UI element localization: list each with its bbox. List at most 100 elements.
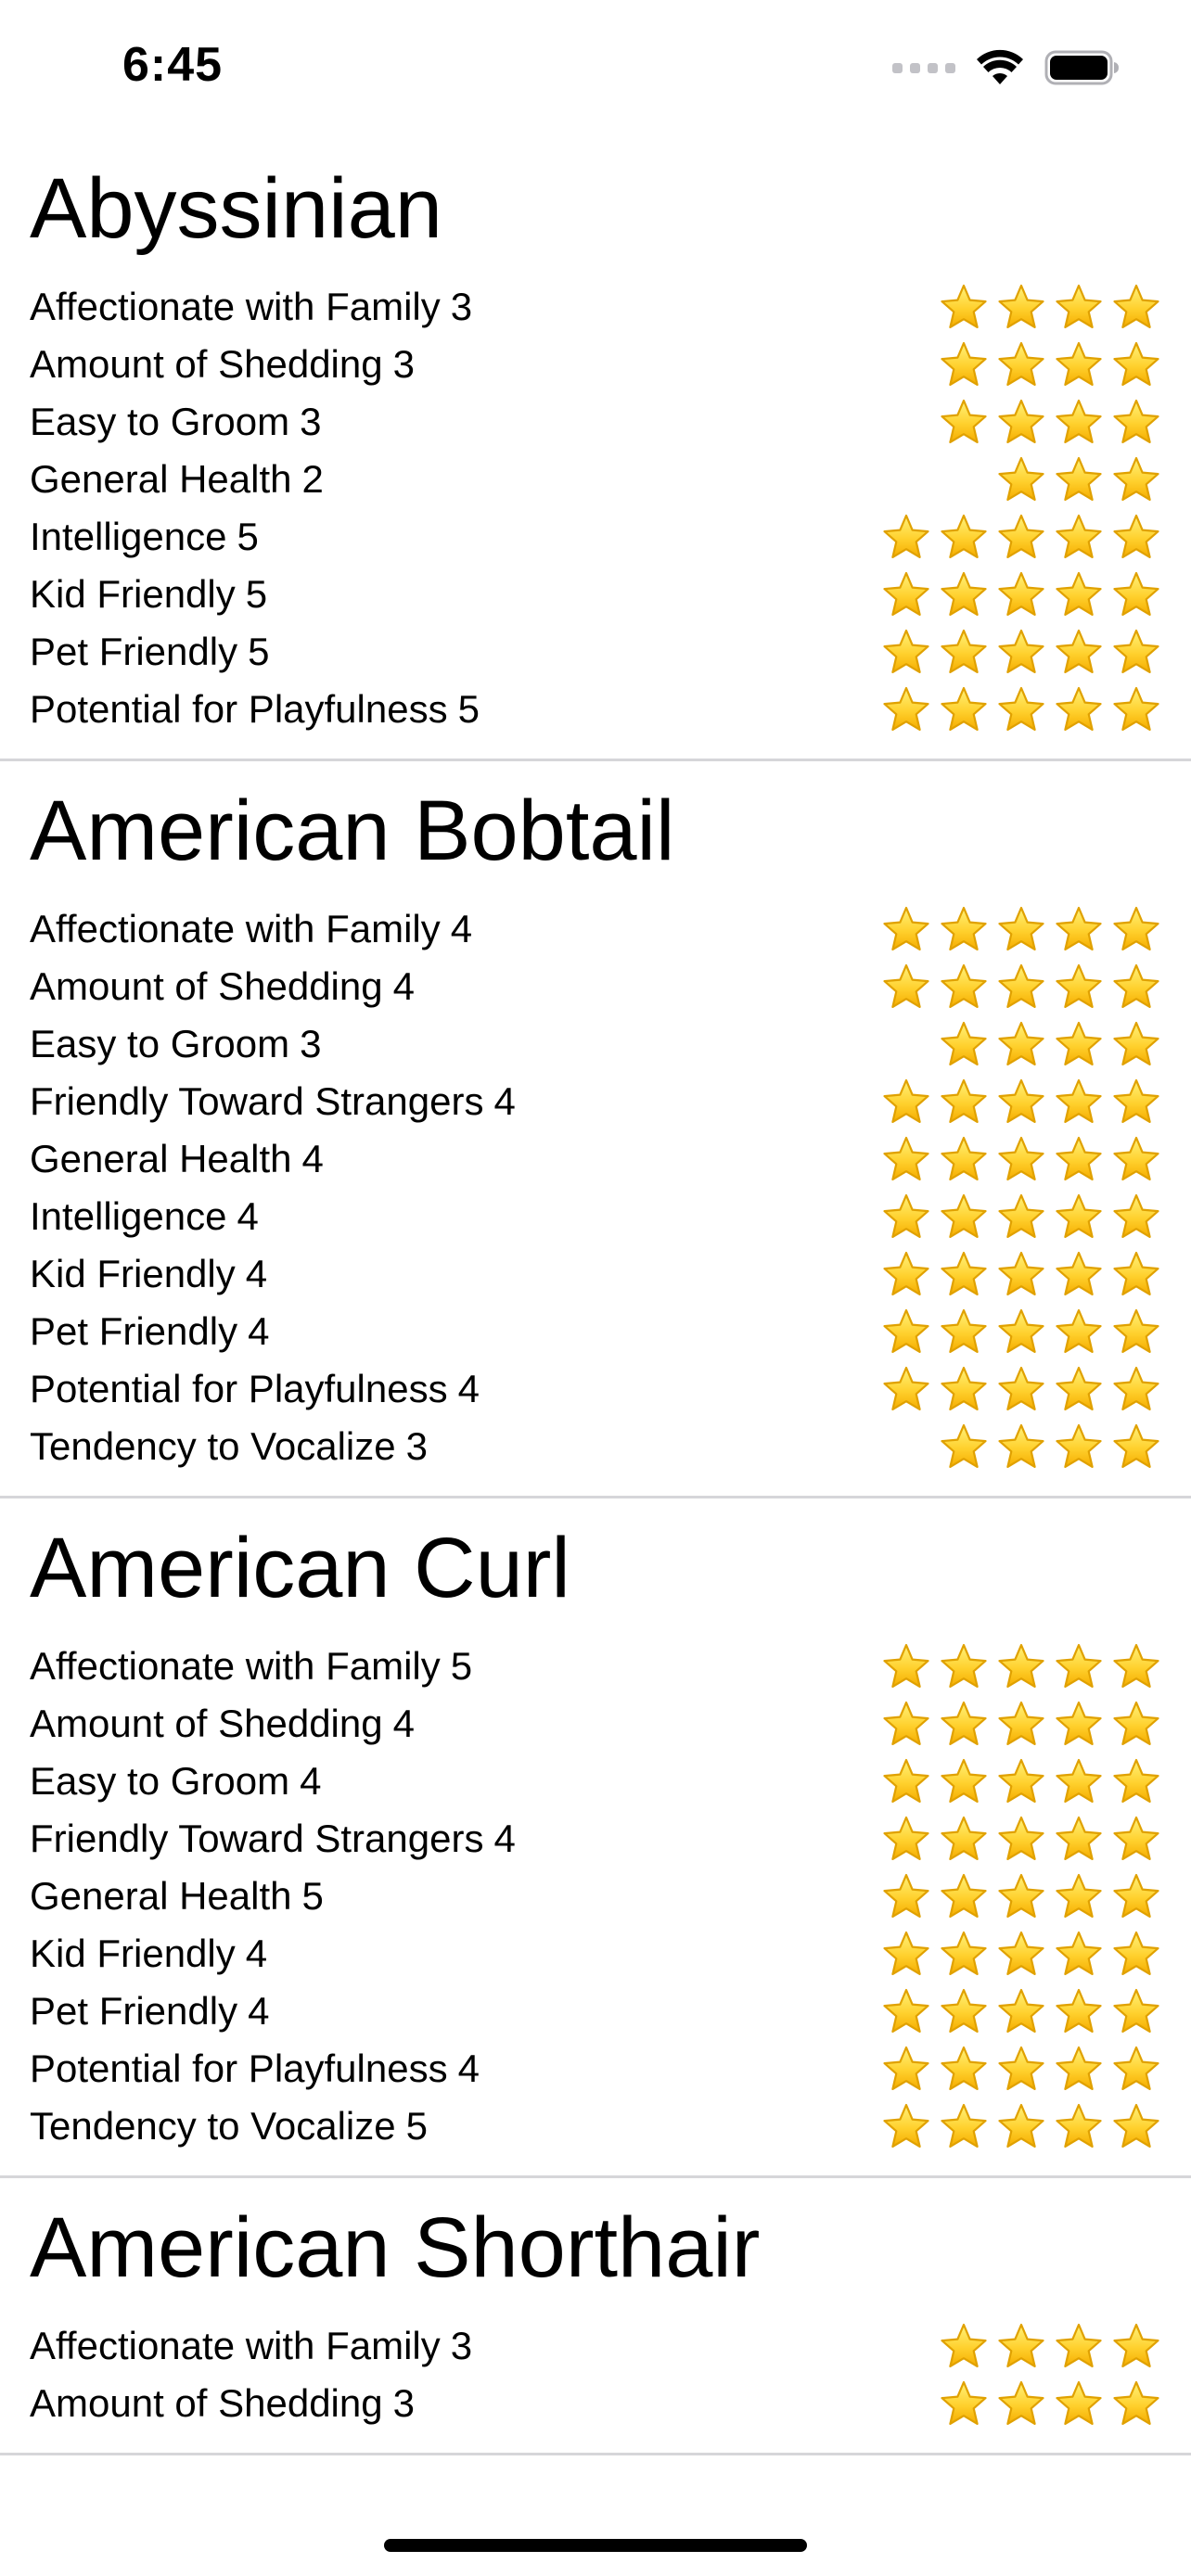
star-rating (881, 626, 1161, 678)
signal-icon (892, 62, 955, 73)
rating-text: Intelligence 5 (30, 515, 259, 559)
status-bar: 6:45 (0, 0, 1191, 139)
rating-text: Kid Friendly 5 (30, 572, 267, 617)
rating-row: Pet Friendly 5 (0, 623, 1191, 681)
rating-label: Easy to Groom (30, 1022, 290, 1065)
rating-text: Easy to Groom 3 (30, 400, 321, 444)
rating-value: 3 (405, 1424, 428, 1468)
rating-text: Pet Friendly 5 (30, 630, 269, 674)
rating-text: Affectionate with Family 5 (30, 1644, 472, 1689)
star-icon (941, 906, 987, 950)
rating-label: Affectionate with Family (30, 285, 441, 328)
star-icon (883, 1758, 929, 1803)
rating-label: Pet Friendly (30, 1309, 238, 1353)
breed-list[interactable]: Abyssinian Affectionate with Family 3 Amoun… (0, 139, 1191, 2476)
rating-value: 5 (450, 1644, 473, 1688)
star-icon (998, 2046, 1044, 2090)
rating-text: Amount of Shedding 3 (30, 2381, 415, 2426)
star-icon (883, 2046, 929, 2090)
star-icon (1113, 1988, 1159, 2033)
star-icon (941, 1021, 987, 1065)
rating-row: Potential for Playfulness 4 (0, 1360, 1191, 1418)
star-icon (941, 399, 987, 443)
star-icon (998, 2380, 1044, 2425)
star-icon (1113, 629, 1159, 673)
rating-text: Amount of Shedding 4 (30, 964, 415, 1009)
star-icon (998, 2103, 1044, 2148)
rating-value: 3 (392, 2381, 415, 2425)
star-icon (998, 341, 1044, 386)
star-icon (883, 1816, 929, 1860)
rating-row: Intelligence 4 (0, 1188, 1191, 1245)
star-rating (881, 1698, 1161, 1750)
rating-label: Potential for Playfulness (30, 2047, 448, 2090)
rating-value: 4 (493, 1817, 516, 1860)
star-icon (883, 686, 929, 731)
rating-row: General Health 5 (0, 1868, 1191, 1925)
star-icon (1113, 1193, 1159, 1238)
star-icon (1056, 1873, 1102, 1918)
star-icon (1056, 2380, 1102, 2425)
rating-text: Potential for Playfulness 4 (30, 2047, 480, 2091)
star-icon (1113, 1873, 1159, 1918)
rating-row: Affectionate with Family 5 (0, 1638, 1191, 1695)
star-icon (941, 1308, 987, 1353)
rating-label: Easy to Groom (30, 400, 290, 443)
rating-label: Amount of Shedding (30, 2381, 383, 2425)
rating-text: Tendency to Vocalize 3 (30, 1424, 428, 1469)
rating-label: Kid Friendly (30, 572, 236, 616)
star-icon (941, 1193, 987, 1238)
rating-text: General Health 4 (30, 1137, 324, 1181)
rating-text: Potential for Playfulness 4 (30, 1367, 480, 1411)
rating-text: Kid Friendly 4 (30, 1252, 267, 1296)
star-icon (998, 1988, 1044, 2033)
rating-value: 5 (237, 515, 259, 558)
star-icon (883, 571, 929, 616)
rating-text: Friendly Toward Strangers 4 (30, 1079, 516, 1124)
rating-label: Intelligence (30, 515, 227, 558)
star-rating (881, 2043, 1161, 2095)
rating-label: Kid Friendly (30, 1252, 236, 1295)
star-icon (998, 686, 1044, 731)
star-icon (941, 2103, 987, 2148)
rating-label: Amount of Shedding (30, 342, 383, 386)
rating-text: Tendency to Vocalize 5 (30, 2104, 428, 2149)
rating-label: Tendency to Vocalize (30, 1424, 396, 1468)
rating-text: Easy to Groom 4 (30, 1759, 321, 1804)
star-icon (883, 1873, 929, 1918)
star-icon (883, 1193, 929, 1238)
star-icon (941, 1701, 987, 1745)
star-icon (1056, 1308, 1102, 1353)
status-icons (892, 45, 1121, 91)
rating-label: Tendency to Vocalize (30, 2104, 396, 2148)
star-icon (941, 1758, 987, 1803)
star-icon (1056, 1136, 1102, 1180)
star-icon (1113, 514, 1159, 558)
star-icon (1056, 514, 1102, 558)
rating-row: Amount of Shedding 3 (0, 336, 1191, 393)
star-rating (881, 511, 1161, 563)
home-indicator[interactable] (384, 2539, 807, 2552)
rating-value: 5 (248, 630, 270, 673)
rating-value: 4 (392, 964, 415, 1008)
star-rating (881, 1755, 1161, 1807)
rating-value: 4 (457, 1367, 480, 1410)
rating-label: Affectionate with Family (30, 1644, 441, 1688)
rating-text: Pet Friendly 4 (30, 1309, 269, 1354)
rating-row: Friendly Toward Strangers 4 (0, 1073, 1191, 1130)
breed-name: American Bobtail (30, 784, 675, 878)
star-icon (1056, 2046, 1102, 2090)
rating-row: Affectionate with Family 3 (0, 278, 1191, 336)
star-rating (881, 568, 1161, 620)
star-icon (998, 1643, 1044, 1688)
rating-label: Intelligence (30, 1194, 227, 1238)
star-icon (998, 1366, 1044, 1410)
wifi-icon (977, 49, 1023, 84)
star-icon (1113, 1251, 1159, 1295)
star-icon (1056, 1193, 1102, 1238)
rating-value: 4 (248, 1309, 270, 1353)
star-icon (998, 1931, 1044, 1975)
rating-row: Potential for Playfulness 5 (0, 681, 1191, 738)
star-icon (998, 906, 1044, 950)
star-icon (941, 341, 987, 386)
